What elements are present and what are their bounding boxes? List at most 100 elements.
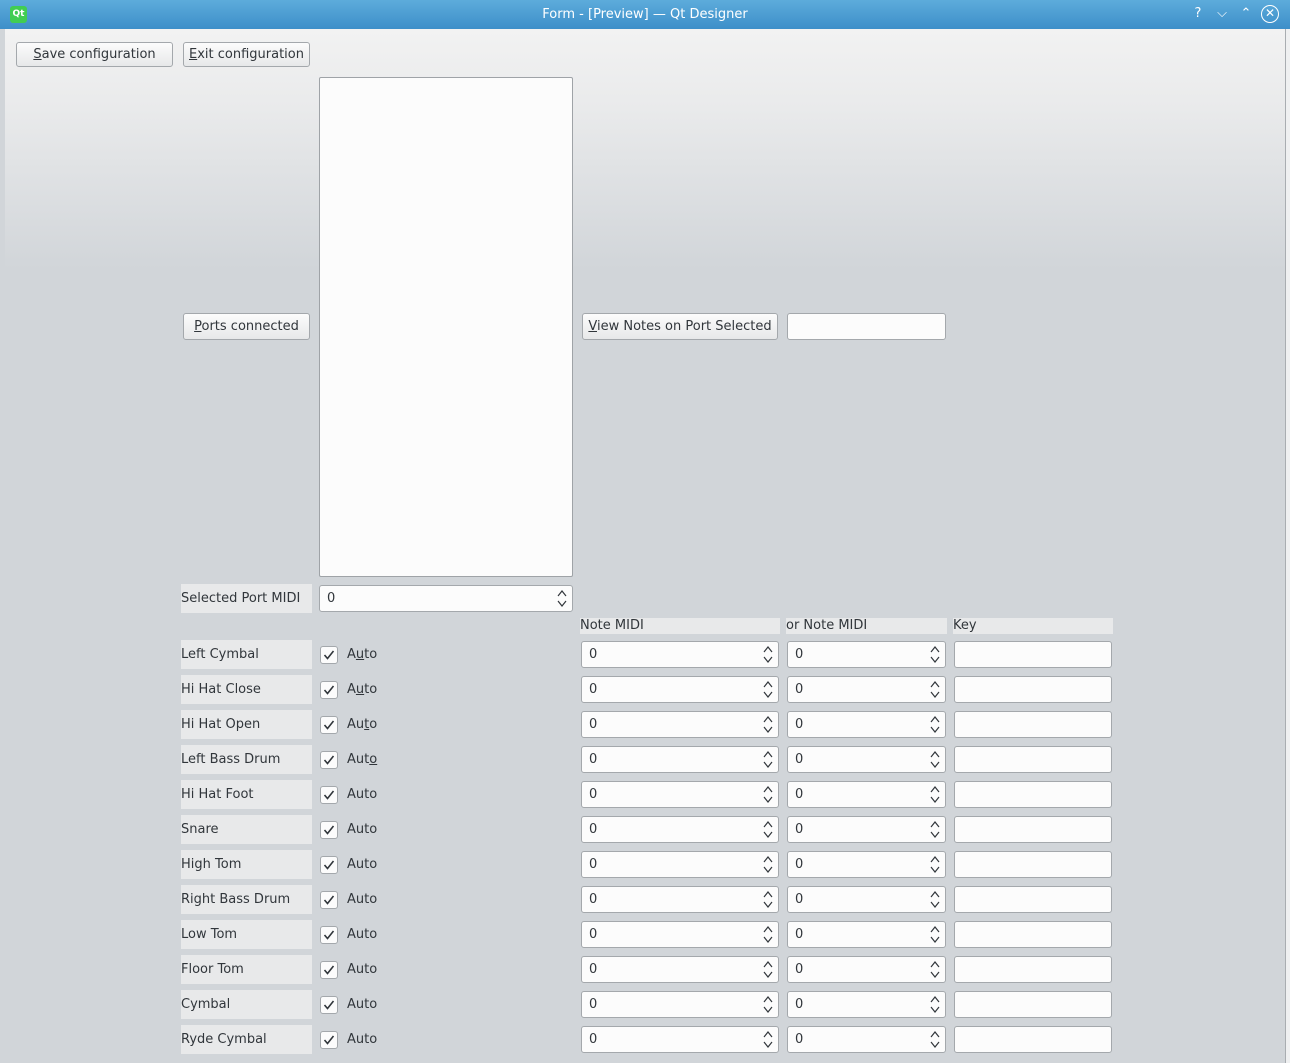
or-note-midi-spinbox[interactable]: 0 (787, 991, 946, 1018)
auto-checkbox[interactable] (320, 646, 338, 664)
or-note-midi-spinbox[interactable]: 0 (787, 781, 946, 808)
auto-checkbox[interactable] (320, 786, 338, 804)
key-field[interactable] (954, 991, 1112, 1018)
ports-connected-button[interactable]: Ports connected (183, 313, 310, 340)
auto-checkbox-label[interactable]: Auto (347, 786, 377, 804)
spin-arrows-icon[interactable] (929, 959, 941, 980)
key-field[interactable] (954, 886, 1112, 913)
close-icon[interactable]: ✕ (1261, 5, 1279, 23)
spin-arrows-icon[interactable] (762, 819, 774, 840)
auto-checkbox[interactable] (320, 891, 338, 909)
key-field[interactable] (954, 921, 1112, 948)
auto-checkbox[interactable] (320, 1031, 338, 1049)
note-midi-spinbox[interactable]: 0 (581, 956, 779, 983)
minimize-icon[interactable]: ⌵ (1213, 5, 1231, 23)
spin-arrows-icon[interactable] (762, 679, 774, 700)
auto-checkbox-label[interactable]: Auto (347, 821, 377, 839)
auto-checkbox-label[interactable]: Auto (347, 856, 377, 874)
note-midi-spinbox[interactable]: 0 (581, 711, 779, 738)
key-field[interactable] (954, 851, 1112, 878)
spin-arrows-icon[interactable] (762, 924, 774, 945)
auto-checkbox-label[interactable]: Auto (347, 961, 377, 979)
note-midi-spinbox[interactable]: 0 (581, 781, 779, 808)
spin-arrows-icon[interactable] (929, 924, 941, 945)
auto-checkbox[interactable] (320, 856, 338, 874)
spinbox-value: 0 (795, 857, 804, 872)
spin-arrows-icon[interactable] (929, 749, 941, 770)
spin-arrows-icon[interactable] (762, 749, 774, 770)
key-field[interactable] (954, 816, 1112, 843)
note-midi-spinbox[interactable]: 0 (581, 816, 779, 843)
port-notes-field[interactable] (787, 313, 946, 340)
note-midi-spinbox[interactable]: 0 (581, 921, 779, 948)
note-midi-spinbox[interactable]: 0 (581, 676, 779, 703)
key-field[interactable] (954, 1026, 1112, 1053)
spin-arrows-icon[interactable] (762, 714, 774, 735)
or-note-midi-spinbox[interactable]: 0 (787, 921, 946, 948)
spin-arrows-icon[interactable] (556, 588, 568, 609)
spin-arrows-icon[interactable] (762, 959, 774, 980)
auto-checkbox[interactable] (320, 821, 338, 839)
auto-checkbox-label[interactable]: Auto (347, 751, 377, 769)
note-midi-spinbox[interactable]: 0 (581, 886, 779, 913)
note-midi-spinbox[interactable]: 0 (581, 746, 779, 773)
or-note-midi-spinbox[interactable]: 0 (787, 676, 946, 703)
spin-arrows-icon[interactable] (929, 714, 941, 735)
spin-arrows-icon[interactable] (762, 644, 774, 665)
spin-arrows-icon[interactable] (929, 819, 941, 840)
spin-arrows-icon[interactable] (762, 784, 774, 805)
spin-arrows-icon[interactable] (762, 854, 774, 875)
key-field[interactable] (954, 711, 1112, 738)
auto-checkbox[interactable] (320, 926, 338, 944)
help-icon[interactable]: ? (1189, 5, 1207, 23)
spin-arrows-icon[interactable] (929, 889, 941, 910)
spin-arrows-icon[interactable] (929, 644, 941, 665)
key-field[interactable] (954, 676, 1112, 703)
spin-arrows-icon[interactable] (929, 784, 941, 805)
spin-arrows-icon[interactable] (762, 994, 774, 1015)
auto-checkbox[interactable] (320, 751, 338, 769)
or-note-midi-spinbox[interactable]: 0 (787, 1026, 946, 1053)
auto-checkbox[interactable] (320, 961, 338, 979)
note-midi-spinbox[interactable]: 0 (581, 641, 779, 668)
view-notes-button[interactable]: View Notes on Port Selected (582, 313, 778, 340)
spin-arrows-icon[interactable] (762, 1029, 774, 1050)
auto-checkbox[interactable] (320, 681, 338, 699)
or-note-midi-spinbox[interactable]: 0 (787, 956, 946, 983)
spin-arrows-icon[interactable] (762, 889, 774, 910)
key-field[interactable] (954, 746, 1112, 773)
or-note-midi-spinbox[interactable]: 0 (787, 711, 946, 738)
auto-checkbox-label[interactable]: Auto (347, 996, 377, 1014)
checkmark-icon (323, 1000, 335, 1010)
key-field[interactable] (954, 641, 1112, 668)
or-note-midi-spinbox[interactable]: 0 (787, 816, 946, 843)
selected-port-spinbox[interactable]: 0 (319, 585, 573, 612)
auto-checkbox-label[interactable]: Auto (347, 926, 377, 944)
ports-list[interactable] (319, 77, 573, 577)
button-label: ave configuration (41, 47, 156, 62)
auto-checkbox-label[interactable]: Auto (347, 716, 377, 734)
or-note-midi-spinbox[interactable]: 0 (787, 851, 946, 878)
auto-checkbox-label[interactable]: Auto (347, 646, 377, 664)
auto-checkbox-label[interactable]: Auto (347, 681, 377, 699)
note-midi-spinbox[interactable]: 0 (581, 1026, 779, 1053)
note-midi-spinbox[interactable]: 0 (581, 851, 779, 878)
spin-arrows-icon[interactable] (929, 854, 941, 875)
save-configuration-button[interactable]: Save configuration (16, 42, 173, 67)
auto-checkbox[interactable] (320, 716, 338, 734)
key-field[interactable] (954, 781, 1112, 808)
auto-checkbox-label[interactable]: Auto (347, 891, 377, 909)
spin-arrows-icon[interactable] (929, 1029, 941, 1050)
auto-checkbox[interactable] (320, 996, 338, 1014)
or-note-midi-spinbox[interactable]: 0 (787, 886, 946, 913)
spin-arrows-icon[interactable] (929, 679, 941, 700)
or-note-midi-spinbox[interactable]: 0 (787, 746, 946, 773)
exit-configuration-button[interactable]: Exit configuration (183, 42, 310, 67)
or-note-midi-spinbox[interactable]: 0 (787, 641, 946, 668)
spin-arrows-icon[interactable] (929, 994, 941, 1015)
key-field[interactable] (954, 956, 1112, 983)
note-midi-spinbox[interactable]: 0 (581, 991, 779, 1018)
auto-checkbox-label[interactable]: Auto (347, 1031, 377, 1049)
maximize-icon[interactable]: ⌃ (1237, 5, 1255, 23)
spinbox-value: 0 (589, 822, 598, 837)
